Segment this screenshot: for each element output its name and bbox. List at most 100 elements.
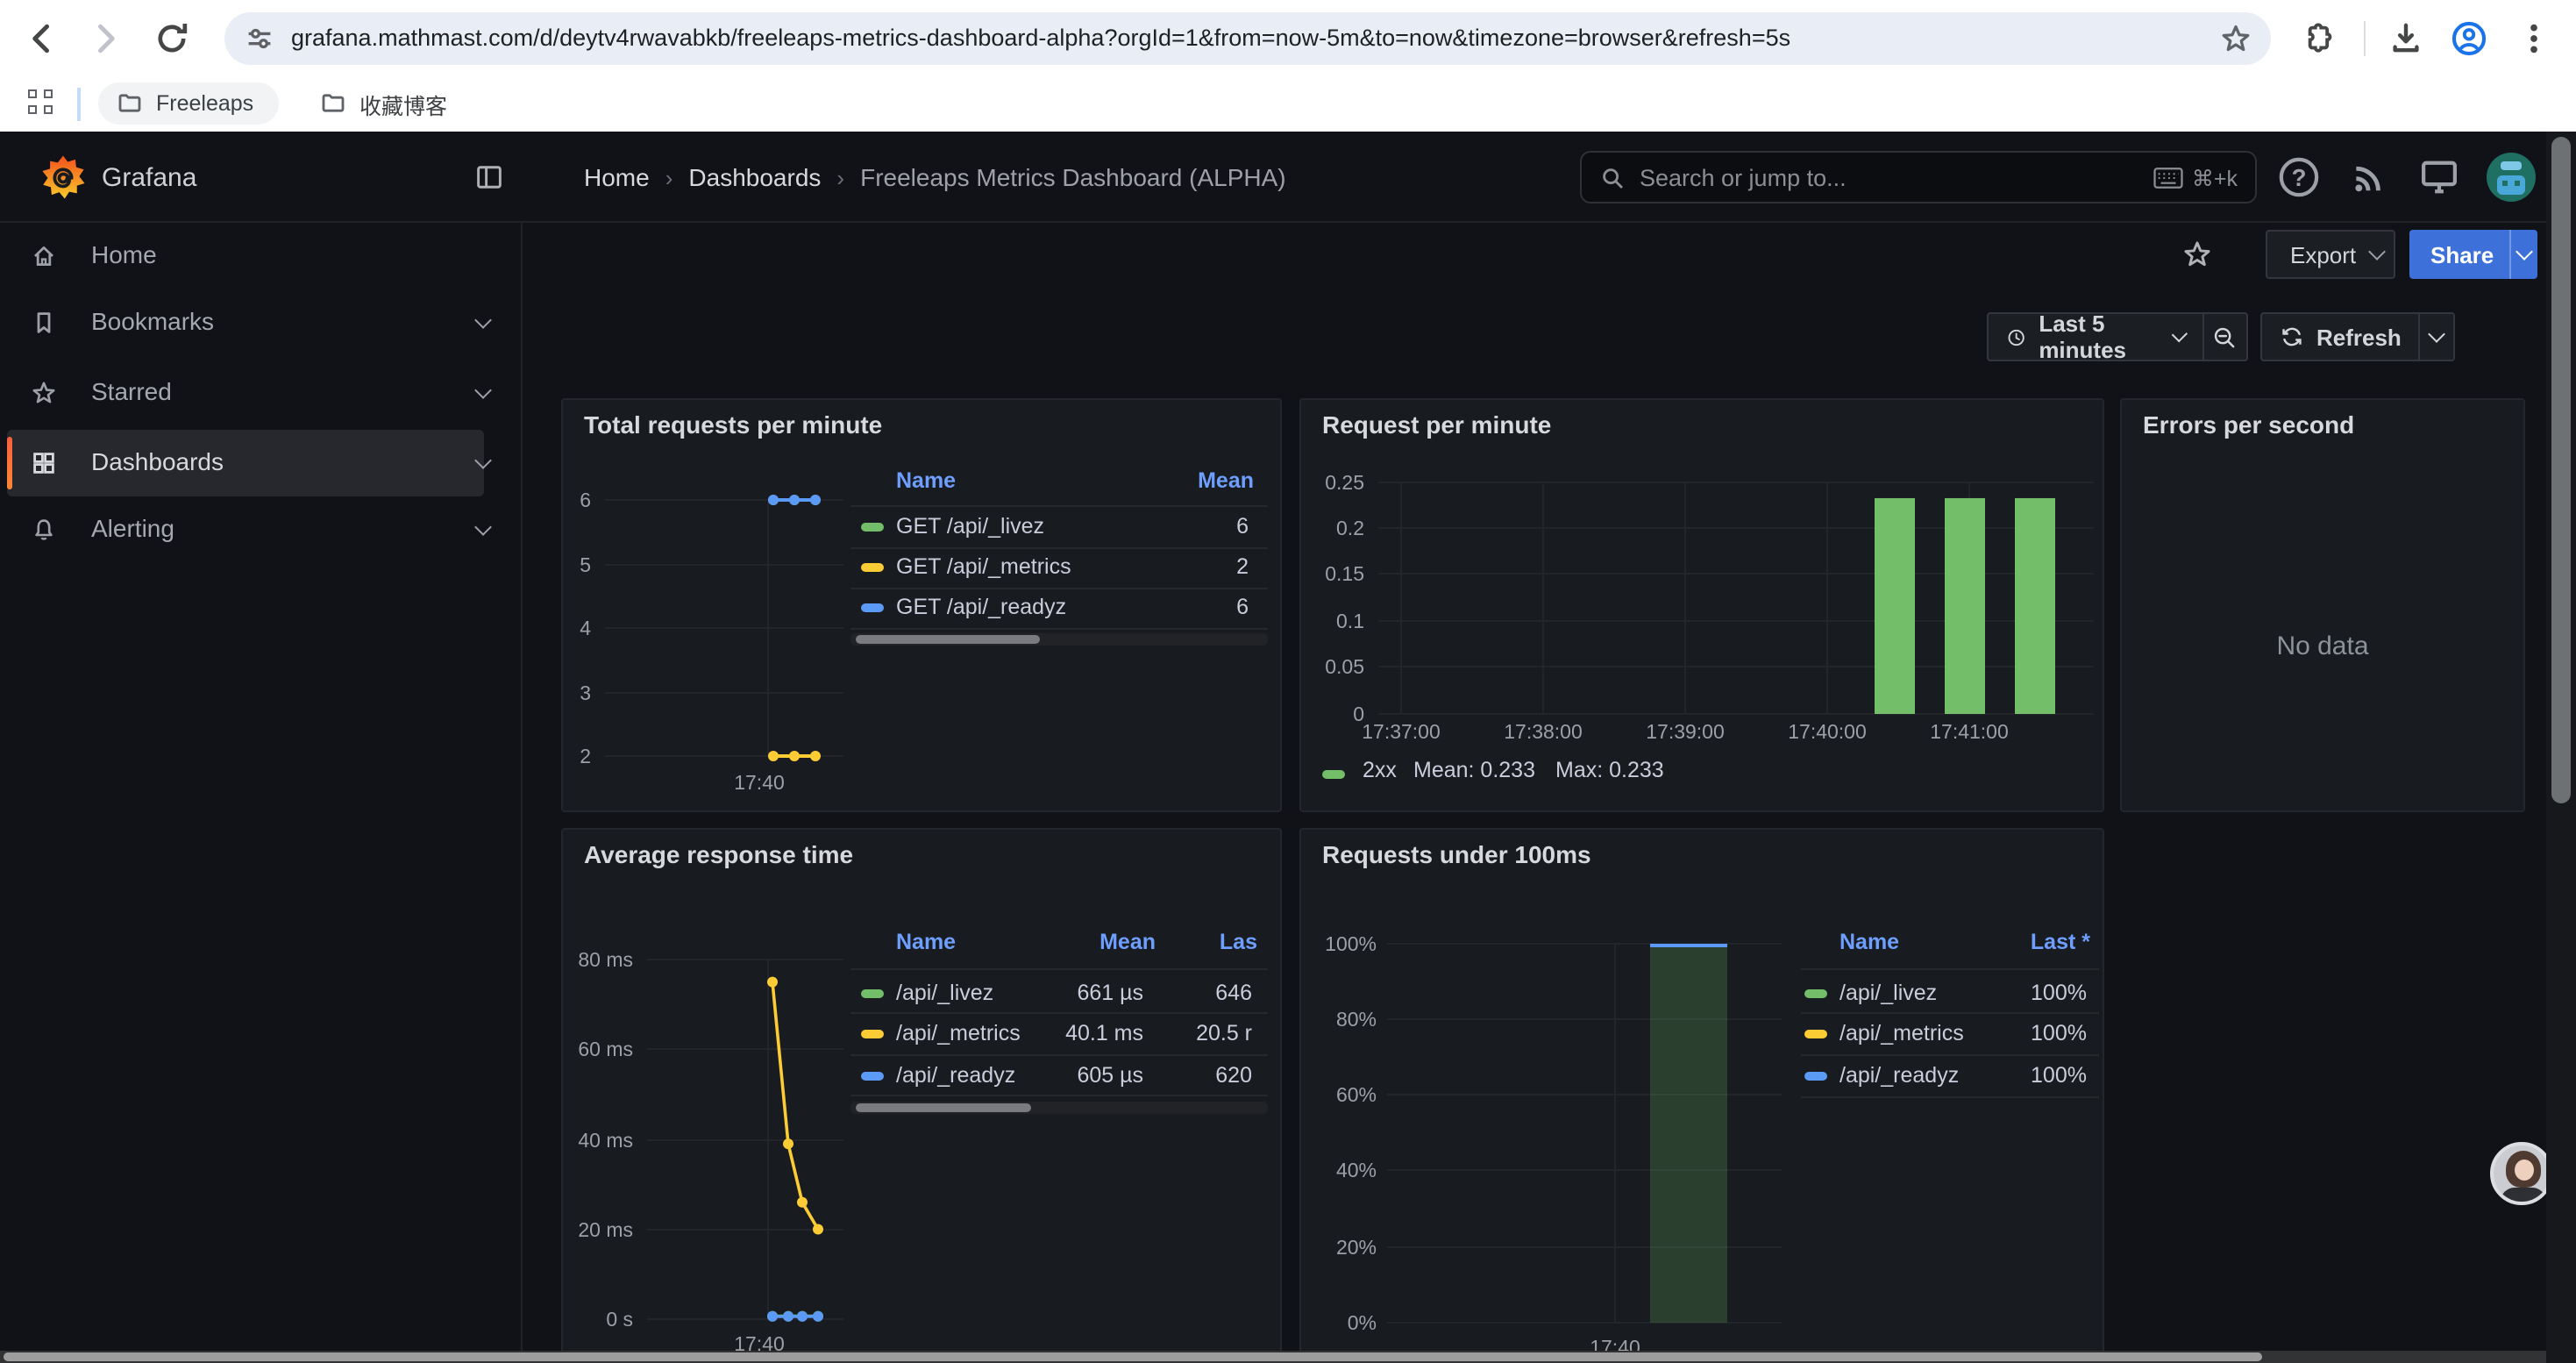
- column-header-2[interactable]: Las: [1220, 930, 1257, 954]
- svg-text:17:41:00: 17:41:00: [1930, 720, 2009, 743]
- screen-share-icon[interactable]: [2416, 154, 2462, 200]
- svg-text:80%: 80%: [1336, 1008, 1377, 1031]
- url-text[interactable]: grafana.mathmast.com/d/deytv4rwavabkb/fr…: [291, 25, 1790, 51]
- legend-row[interactable]: /api/_metrics100%: [1801, 1017, 2099, 1049]
- legend-row[interactable]: /api/_livez661 µs646: [850, 977, 1268, 1009]
- sidebar-item-dashboards[interactable]: Dashboards: [0, 430, 523, 496]
- extensions-icon[interactable]: [2299, 19, 2338, 58]
- column-header-name[interactable]: Name: [896, 468, 956, 493]
- row-separator: [850, 968, 1268, 970]
- download-icon[interactable]: [2387, 19, 2425, 58]
- svg-text:17:40:00: 17:40:00: [1788, 720, 1867, 743]
- panel-requests-under-100ms[interactable]: Requests under 100ms 100%80%60%40%20%0%1…: [1299, 828, 2104, 1359]
- legend-row[interactable]: /api/_readyz605 µs620: [850, 1060, 1268, 1091]
- scrollbar-thumb[interactable]: [2551, 137, 2571, 803]
- column-header-name[interactable]: Name: [896, 930, 956, 954]
- chevron-down-icon: [2429, 325, 2446, 343]
- series-value: 661 µs: [1077, 981, 1143, 1005]
- table-scrollbar-thumb[interactable]: [856, 635, 1040, 644]
- series-name: /api/_metrics: [1839, 1021, 1964, 1045]
- refresh-group: Refresh: [2260, 312, 2455, 361]
- refresh-icon: [2280, 325, 2304, 349]
- breadcrumb-dashboards[interactable]: Dashboards: [688, 163, 821, 191]
- refresh-button[interactable]: Refresh: [2262, 324, 2419, 350]
- svg-text:0.1: 0.1: [1336, 610, 1364, 632]
- panel-avg-response-time[interactable]: Average response time 80 ms60 ms40 ms20 …: [561, 828, 1282, 1359]
- chevron-down-icon: [474, 311, 492, 329]
- bookmarks-bar: Freeleaps 收藏博客: [0, 77, 2576, 132]
- refresh-interval-dropdown[interactable]: [2421, 333, 2453, 340]
- apps-grid-icon[interactable]: [28, 89, 56, 118]
- breadcrumb-home[interactable]: Home: [584, 163, 650, 191]
- back-icon[interactable]: [23, 19, 61, 58]
- share-dropdown[interactable]: [2511, 251, 2537, 258]
- forward-icon[interactable]: [86, 19, 125, 58]
- legend-row[interactable]: /api/_readyz100%: [1801, 1060, 2099, 1091]
- series-name: /api/_readyz: [1839, 1063, 1959, 1088]
- bookmark-star-icon[interactable]: [2218, 21, 2253, 56]
- series-swatch: [1804, 1029, 1827, 1038]
- sidebar-item-bookmarks[interactable]: Bookmarks: [0, 289, 523, 356]
- row-separator: [850, 505, 1268, 507]
- grafana-logo[interactable]: [39, 153, 88, 202]
- help-icon[interactable]: ?: [2276, 154, 2322, 200]
- legend-row[interactable]: /api/_livez100%: [1801, 977, 2099, 1009]
- legend-row[interactable]: GET /api/_readyz6: [850, 591, 1268, 623]
- news-rss-icon[interactable]: [2346, 154, 2392, 200]
- favorite-star-icon[interactable]: [2181, 239, 2213, 270]
- bookmark-folder-freeleaps[interactable]: Freeleaps: [98, 82, 278, 125]
- column-header-1[interactable]: Mean: [1198, 468, 1254, 493]
- menu-kebab-icon[interactable]: [2515, 19, 2553, 58]
- profile-icon[interactable]: [2450, 19, 2488, 58]
- svg-text:2: 2: [580, 745, 591, 767]
- sidebar-item-alerting[interactable]: Alerting: [0, 496, 523, 563]
- column-header-name[interactable]: Name: [1839, 930, 1899, 954]
- panel-title[interactable]: Errors per second: [2143, 410, 2354, 439]
- sidebar-item-home[interactable]: Home: [0, 223, 523, 289]
- series-name: /api/_metrics: [896, 1021, 1021, 1045]
- bookmark-folder-blogs[interactable]: 收藏博客: [302, 82, 465, 125]
- folder-icon: [319, 89, 347, 118]
- row-separator: [850, 1095, 1268, 1096]
- breadcrumb-separator: ›: [665, 164, 673, 190]
- sidebar-item-label: Home: [91, 240, 157, 268]
- sidebar-toggle-icon[interactable]: [473, 161, 505, 193]
- browser-chrome: grafana.mathmast.com/d/deytv4rwavabkb/fr…: [0, 0, 2576, 132]
- panel-request-per-minute[interactable]: Request per minute 0.250.20.150.10.05017…: [1299, 398, 2104, 812]
- site-settings-icon[interactable]: [244, 23, 275, 54]
- user-avatar[interactable]: [2487, 153, 2536, 202]
- search-input[interactable]: Search or jump to... ⌘+k: [1580, 151, 2257, 203]
- bookmarks-divider: [77, 88, 81, 121]
- legend-row[interactable]: GET /api/_livez6: [850, 510, 1268, 542]
- table-scrollbar-thumb[interactable]: [856, 1103, 1031, 1112]
- series-name: /api/_livez: [1839, 981, 1937, 1005]
- panel-total-requests[interactable]: Total requests per minute 6543217:40 Nam…: [561, 398, 1282, 812]
- share-button[interactable]: Share: [2409, 230, 2537, 279]
- active-item-highlight: [7, 430, 484, 496]
- series-value: 646: [1215, 981, 1252, 1005]
- time-range-picker[interactable]: Last 5 minutes: [1989, 310, 2202, 363]
- assistant-avatar[interactable]: [2490, 1142, 2553, 1205]
- row-separator: [850, 547, 1268, 549]
- brand-label[interactable]: Grafana: [102, 163, 196, 193]
- svg-text:?: ?: [2292, 164, 2307, 191]
- svg-text:20 ms: 20 ms: [578, 1218, 633, 1241]
- url-bar[interactable]: grafana.mathmast.com/d/deytv4rwavabkb/fr…: [224, 12, 2271, 65]
- row-separator: [850, 588, 1268, 589]
- chart-legend[interactable]: 2xx Mean: 0.233 Max: 0.233: [1301, 758, 2104, 793]
- column-header-1[interactable]: Mean: [1099, 930, 1156, 954]
- reload-icon[interactable]: [153, 19, 191, 58]
- panel-errors-per-second[interactable]: Errors per second No data: [2120, 398, 2525, 812]
- scrollbar-thumb[interactable]: [4, 1352, 2262, 1361]
- export-button[interactable]: Export: [2266, 230, 2395, 279]
- horizontal-scrollbar[interactable]: [0, 1351, 2546, 1363]
- zoom-out-button[interactable]: [2204, 324, 2246, 350]
- series-name: GET /api/_metrics: [896, 554, 1071, 579]
- sidebar-item-label: Alerting: [91, 514, 174, 542]
- legend-row[interactable]: /api/_metrics40.1 ms20.5 r: [850, 1017, 1268, 1049]
- vertical-scrollbar[interactable]: [2546, 132, 2576, 1363]
- svg-text:0%: 0%: [1348, 1311, 1377, 1334]
- sidebar-item-starred[interactable]: Starred: [0, 360, 523, 426]
- legend-row[interactable]: GET /api/_metrics2: [850, 551, 1268, 582]
- column-header-1[interactable]: Last *: [2031, 930, 2090, 954]
